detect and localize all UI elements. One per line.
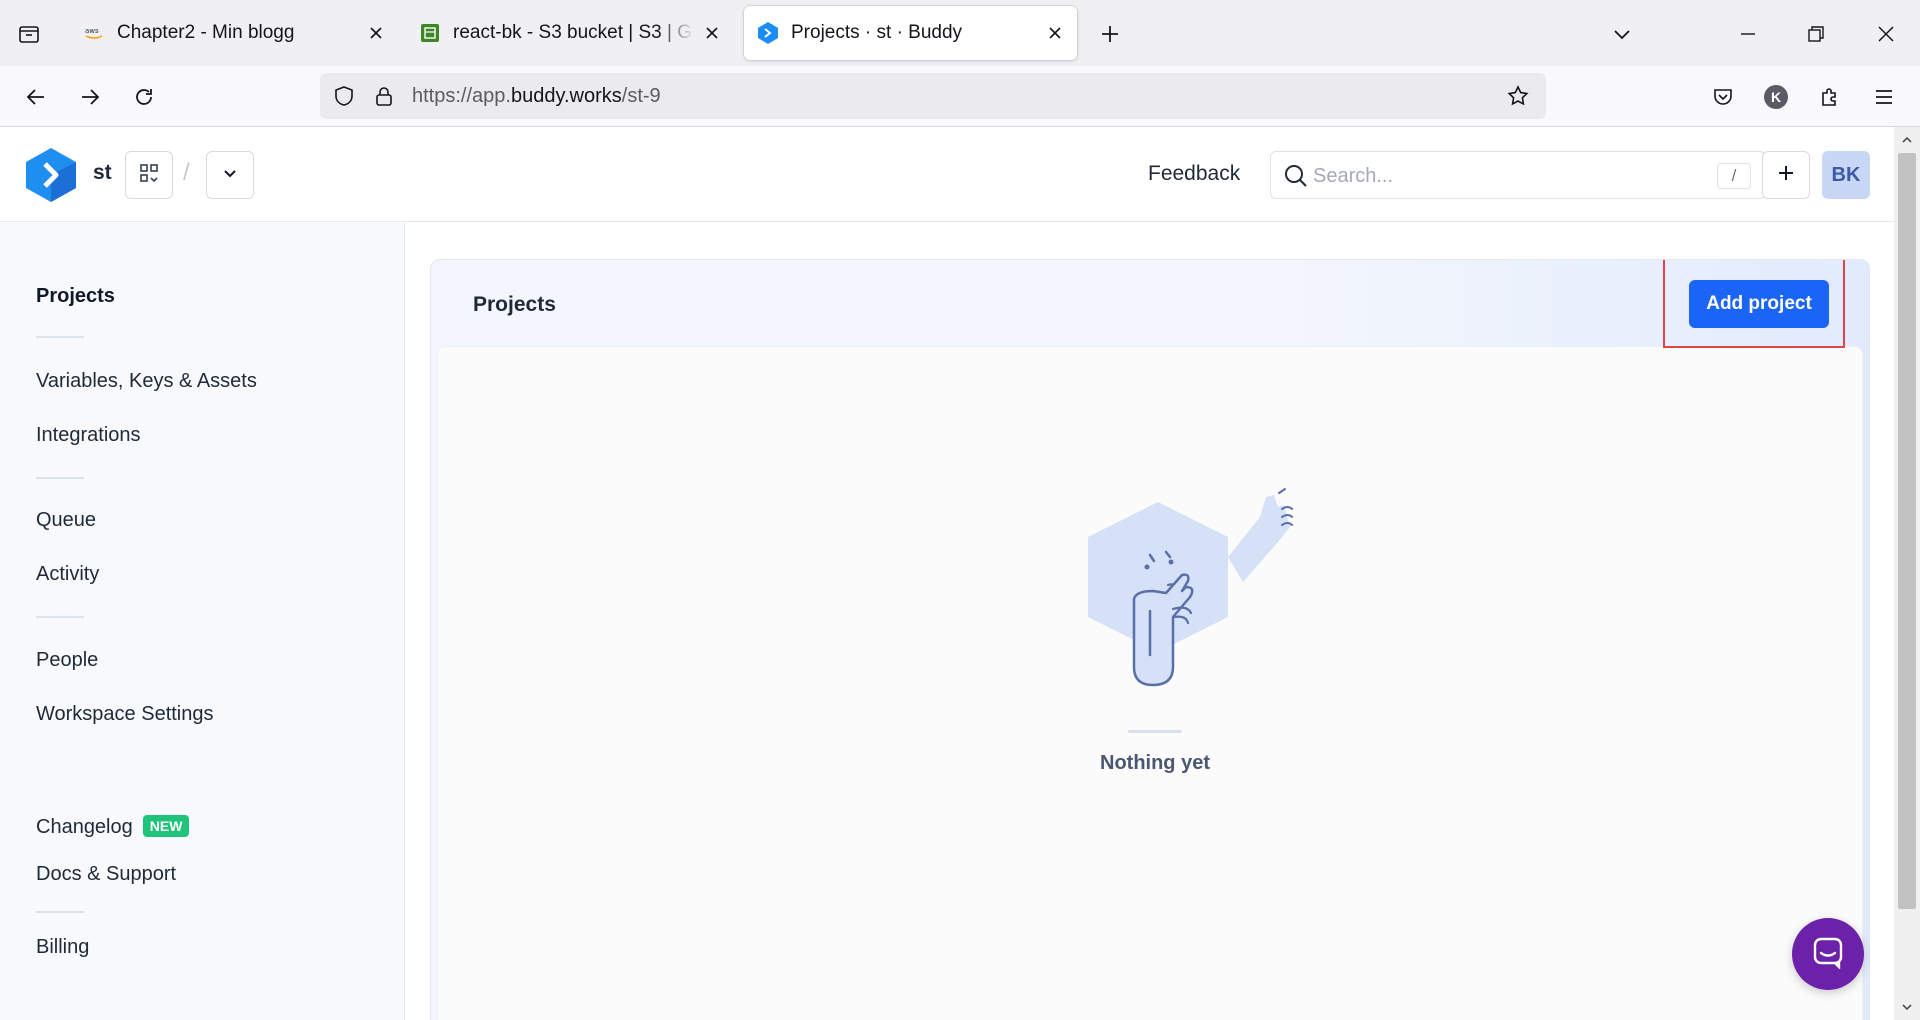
bookmark-star-icon[interactable] (1504, 82, 1532, 110)
tab-title: react-bk - S3 bucket | S3 | Global (453, 22, 694, 43)
browser-nav-bar: https://app.buddy.works/st-9 K (0, 66, 1920, 127)
close-tab-icon[interactable] (1043, 21, 1067, 45)
sidebar-item-billing[interactable]: Billing (36, 936, 89, 959)
feedback-link[interactable]: Feedback (1148, 162, 1240, 186)
address-bar[interactable]: https://app.buddy.works/st-9 (320, 73, 1546, 119)
new-badge: NEW (142, 815, 190, 837)
browser-tab-chapter2[interactable]: aws Chapter2 - Min blogg (82, 6, 392, 60)
sidebar-item-changelog[interactable]: Changelog NEW (36, 815, 190, 839)
breadcrumb-separator: / (183, 159, 190, 186)
browser-tab-projects[interactable]: Projects · st · Buddy (744, 6, 1077, 60)
projects-panel: Projects Add project Nothing yet (430, 259, 1870, 1020)
page-scrollbar[interactable] (1894, 127, 1920, 1020)
s3-favicon-icon (420, 23, 440, 43)
workspace-name[interactable]: st (93, 161, 112, 185)
sidebar-divider (36, 477, 84, 479)
tab-list-icon[interactable] (14, 19, 44, 49)
buddy-logo-icon[interactable] (26, 148, 76, 202)
chevron-down-icon (221, 164, 239, 187)
sidebar: Projects Variables, Keys & Assets Integr… (0, 223, 405, 1020)
sidebar-item-queue[interactable]: Queue (36, 509, 96, 532)
empty-state: Nothing yet (437, 346, 1863, 1020)
project-selector-button[interactable] (206, 151, 254, 199)
hamburger-menu-icon[interactable] (1867, 80, 1901, 114)
buddy-favicon-icon (758, 22, 778, 44)
forward-arrow-icon[interactable] (73, 80, 107, 114)
chat-icon (1811, 935, 1845, 974)
chat-launcher-button[interactable] (1792, 918, 1864, 990)
close-tab-icon[interactable] (364, 21, 388, 45)
sidebar-item-docs-support[interactable]: Docs & Support (36, 863, 176, 886)
user-avatar[interactable]: BK (1822, 151, 1870, 199)
tab-title: Chapter2 - Min blogg (117, 22, 295, 43)
profile-initial: K (1764, 85, 1788, 109)
svg-text:aws: aws (85, 27, 99, 35)
lock-icon[interactable] (370, 82, 398, 110)
add-project-highlight-box (1663, 260, 1845, 348)
pocket-icon[interactable] (1706, 80, 1740, 114)
close-tab-icon[interactable] (700, 21, 724, 45)
new-tab-icon[interactable] (1094, 18, 1126, 50)
search-shortcut-hint: / (1717, 163, 1751, 189)
scrollbar-thumb[interactable] (1898, 153, 1916, 909)
extensions-puzzle-icon[interactable] (1813, 80, 1847, 114)
sidebar-divider (36, 911, 84, 913)
minimize-icon[interactable] (1730, 16, 1766, 52)
search-box[interactable]: / (1270, 151, 1766, 199)
tab-title: Projects · st · Buddy (791, 22, 963, 43)
app-header: st / Feedback / BK (0, 127, 1894, 222)
sidebar-item-integrations[interactable]: Integrations (36, 424, 141, 447)
account-avatar-icon[interactable]: K (1759, 80, 1793, 114)
close-window-icon[interactable] (1868, 16, 1904, 52)
browser-tab-s3-bucket[interactable]: react-bk - S3 bucket | S3 | Global (418, 6, 728, 60)
sidebar-item-label: Changelog (36, 816, 133, 838)
empty-state-divider (1128, 730, 1182, 733)
sidebar-item-workspace-settings[interactable]: Workspace Settings (36, 703, 214, 726)
back-arrow-icon[interactable] (19, 80, 53, 114)
apps-grid-button[interactable] (125, 151, 173, 199)
sidebar-item-people[interactable]: People (36, 649, 98, 672)
sidebar-divider (36, 336, 84, 338)
grid-icon (139, 163, 159, 188)
restore-icon[interactable] (1798, 16, 1834, 52)
search-input[interactable] (1313, 162, 1693, 190)
thinking-mascot-illustration (1078, 487, 1298, 702)
scroll-down-arrow-icon[interactable] (1894, 994, 1920, 1020)
browser-tab-bar: aws Chapter2 - Min blogg react-bk - S3 b… (0, 0, 1920, 66)
main-content: Projects Add project Nothing yet (406, 223, 1894, 1020)
sidebar-item-variables-keys-assets[interactable]: Variables, Keys & Assets (36, 370, 257, 393)
tracking-shield-icon[interactable] (330, 82, 358, 110)
reload-icon[interactable] (127, 80, 161, 114)
search-icon (1283, 163, 1309, 189)
scroll-up-arrow-icon[interactable] (1894, 127, 1920, 153)
sidebar-divider (36, 616, 84, 618)
plus-icon (1777, 164, 1795, 187)
page-title: Projects (473, 293, 556, 316)
sidebar-item-projects[interactable]: Projects (36, 285, 115, 308)
sidebar-item-activity[interactable]: Activity (36, 563, 99, 586)
url-text: https://app.buddy.works/st-9 (412, 85, 661, 107)
tab-overflow-chevron-down-icon[interactable] (1604, 16, 1640, 52)
aws-favicon-icon: aws (84, 23, 104, 43)
create-new-button[interactable] (1762, 151, 1810, 199)
empty-state-text: Nothing yet (1100, 752, 1210, 774)
